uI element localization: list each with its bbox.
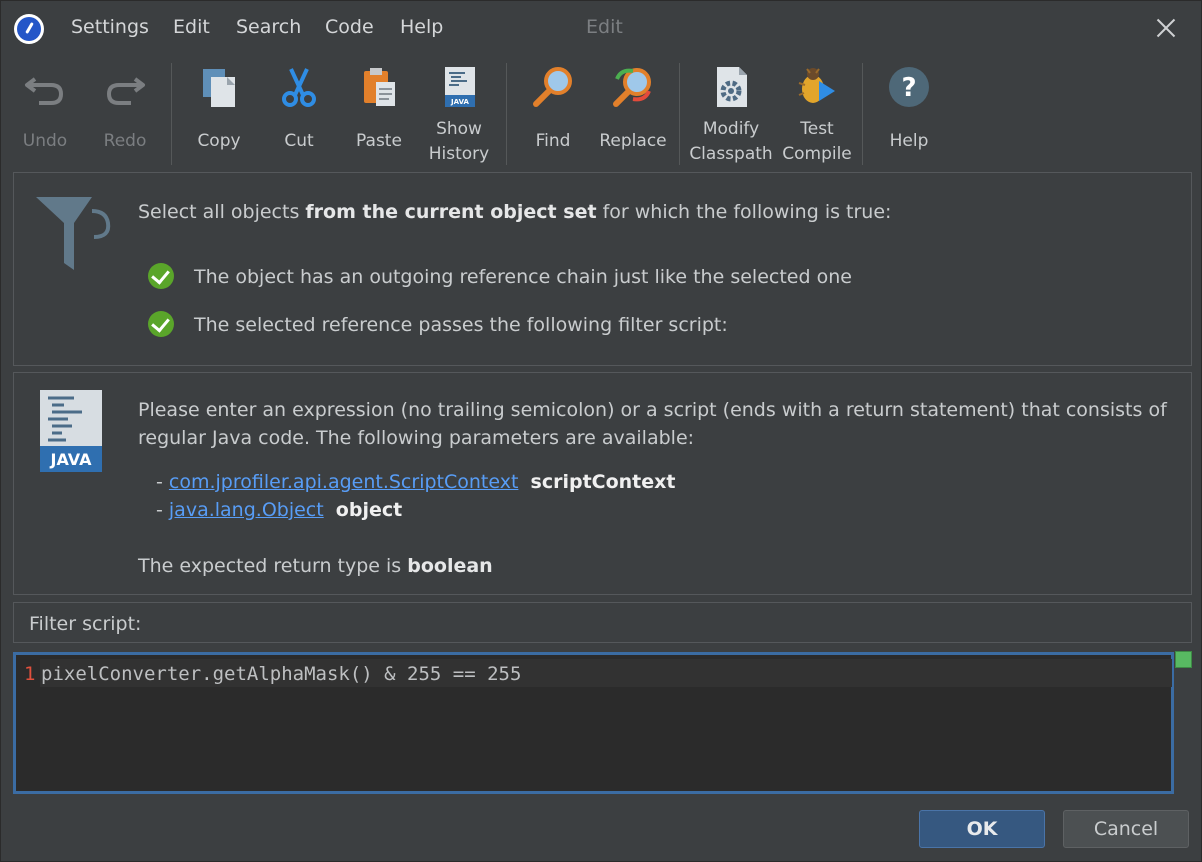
- redo-icon: [106, 77, 145, 105]
- undo-label: Undo: [22, 131, 68, 151]
- script-status-indicator: [1175, 651, 1192, 668]
- find-label: Find: [535, 131, 571, 151]
- return-type-text: The expected return type is boolean: [138, 555, 493, 577]
- toolbar-separator: [171, 63, 172, 165]
- param-script-context: - com.jprofiler.api.agent.ScriptContext …: [156, 471, 676, 493]
- cut-button[interactable]: Cut: [263, 57, 335, 167]
- funnel-icon: [36, 197, 111, 270]
- undo-icon: [25, 77, 64, 105]
- magnifier-icon: [533, 67, 572, 107]
- replace-button[interactable]: Replace: [597, 57, 669, 167]
- help-button[interactable]: ? Help: [873, 57, 945, 167]
- script-context-type-link[interactable]: com.jprofiler.api.agent.ScriptContext: [169, 471, 519, 493]
- condition-filter-script: The selected reference passes the follow…: [194, 314, 728, 336]
- close-icon[interactable]: [1151, 13, 1181, 43]
- object-type-link[interactable]: java.lang.Object: [169, 499, 324, 521]
- description-line-1: Please enter an expression (no trailing …: [138, 399, 1167, 421]
- java-file-icon: JAVA: [40, 390, 102, 472]
- svg-text:?: ?: [901, 73, 916, 103]
- help-label: Help: [889, 131, 929, 151]
- filter-script-header: Filter script:: [13, 602, 1192, 643]
- window-title: Edit: [586, 16, 623, 38]
- title-bar: Settings Edit Search Code Help Edit: [1, 1, 1201, 57]
- modify-classpath-button[interactable]: Modify Classpath: [689, 57, 773, 167]
- copy-button[interactable]: Copy: [183, 57, 255, 167]
- clipboard-icon: [364, 68, 395, 106]
- ok-button[interactable]: OK: [919, 810, 1045, 848]
- redo-label: Redo: [103, 131, 147, 151]
- test-compile-button[interactable]: Test Compile: [777, 57, 857, 167]
- cancel-button[interactable]: Cancel: [1063, 810, 1189, 848]
- paste-label: Paste: [356, 131, 402, 151]
- menu-code[interactable]: Code: [325, 16, 374, 38]
- menu-search[interactable]: Search: [236, 16, 301, 38]
- svg-text:JAVA: JAVA: [450, 98, 469, 106]
- show-history-label-1: Show: [436, 119, 482, 139]
- replace-label: Replace: [599, 131, 667, 151]
- edit-dialog: Settings Edit Search Code Help Edit Undo…: [0, 0, 1202, 862]
- undo-button[interactable]: Undo: [9, 57, 81, 167]
- app-logo-icon: [14, 14, 44, 44]
- bug-play-icon: [798, 68, 835, 103]
- menu-settings[interactable]: Settings: [71, 16, 149, 38]
- toolbar-separator: [862, 63, 863, 165]
- scissors-icon: [282, 68, 316, 107]
- filter-intro: Select all objects from the current obje…: [138, 201, 892, 223]
- replace-icon: [613, 68, 651, 107]
- line-number: 1: [24, 663, 36, 685]
- filter-script-label: Filter script:: [29, 613, 142, 635]
- toolbar: Undo Redo Copy Cut Paste JAVA Show Histo…: [1, 57, 1201, 169]
- filter-conditions-panel: Select all objects from the current obje…: [13, 172, 1192, 366]
- cut-label: Cut: [284, 131, 314, 151]
- toolbar-separator: [679, 63, 680, 165]
- copy-label: Copy: [197, 131, 241, 151]
- test-compile-label-1: Test: [800, 119, 834, 139]
- modify-classpath-label-1: Modify: [702, 119, 760, 139]
- test-compile-label-2: Compile: [782, 144, 852, 164]
- find-button[interactable]: Find: [517, 57, 589, 167]
- script-code[interactable]: pixelConverter.getAlphaMask() & 255 == 2…: [41, 663, 521, 685]
- param-object: - java.lang.Object object: [156, 499, 403, 521]
- condition-reference-chain: The object has an outgoing reference cha…: [194, 266, 852, 288]
- script-editor[interactable]: 1 pixelConverter.getAlphaMask() & 255 ==…: [13, 652, 1174, 794]
- classpath-gear-icon: [717, 67, 747, 107]
- check-icon: [148, 311, 174, 337]
- modify-classpath-label-2: Classpath: [689, 144, 773, 164]
- java-info-panel: JAVA Please enter an expression (no trai…: [13, 372, 1192, 595]
- java-history-icon: JAVA: [445, 67, 475, 107]
- menu-edit[interactable]: Edit: [173, 16, 210, 38]
- check-icon: [148, 263, 174, 289]
- paste-button[interactable]: Paste: [343, 57, 415, 167]
- show-history-label-2: History: [428, 144, 490, 164]
- copy-icon: [203, 69, 235, 107]
- menu-help[interactable]: Help: [400, 16, 443, 38]
- toolbar-separator: [506, 63, 507, 165]
- help-icon: ?: [889, 67, 929, 107]
- show-history-button[interactable]: JAVA Show History: [423, 57, 495, 167]
- description-line-2: regular Java code. The following paramet…: [138, 427, 695, 449]
- svg-text:JAVA: JAVA: [50, 450, 93, 469]
- redo-button[interactable]: Redo: [89, 57, 161, 167]
